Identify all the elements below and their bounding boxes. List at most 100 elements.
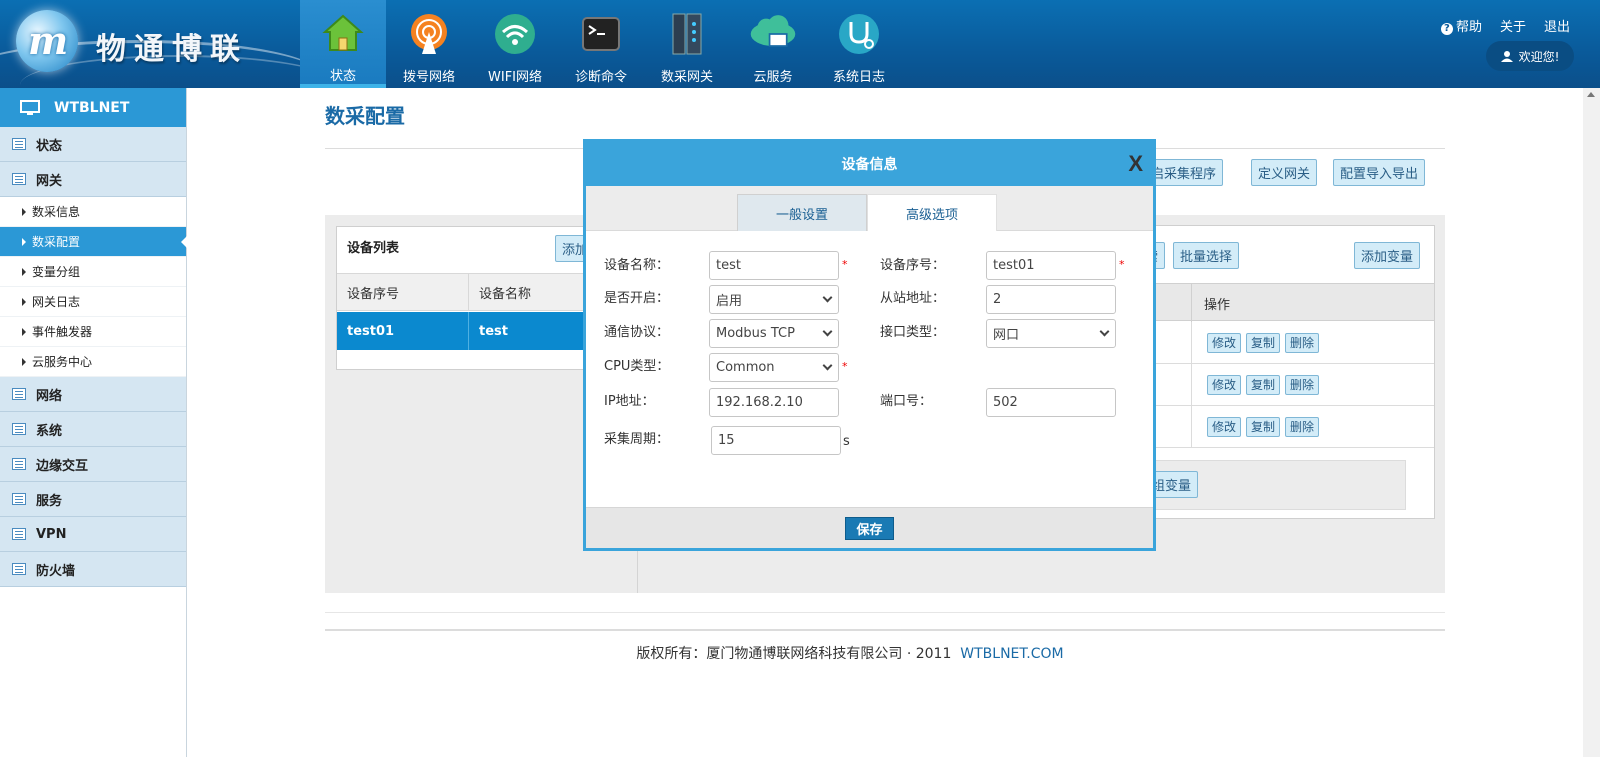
column-header-name[interactable]: 设备名称 <box>469 274 601 310</box>
top-header: m 物通博联 状态 拨号网络 WIFI网络 诊断命令 数采网关 云服务 系统日志… <box>0 0 1600 88</box>
sidebar-subitem-data-info[interactable]: 数采信息 <box>0 197 186 227</box>
nav-status[interactable]: 状态 <box>300 0 386 88</box>
sidebar-subitem-variable-group[interactable]: 变量分组 <box>0 257 186 287</box>
sidebar-item-network[interactable]: 网络 <box>0 377 186 412</box>
scroll-up-icon <box>1587 92 1595 97</box>
define-gateway-button[interactable]: 定义网关 <box>1251 159 1318 186</box>
site-link[interactable]: WTBLNET.COM <box>960 646 1063 662</box>
help-link[interactable]: ? 帮助 <box>1440 16 1482 35</box>
divider <box>325 612 1445 613</box>
edit-button[interactable]: 修改 <box>1207 332 1242 353</box>
edit-button[interactable]: 修改 <box>1207 374 1242 395</box>
welcome-text: 欢迎您! <box>1518 49 1560 64</box>
sidebar-item-edge[interactable]: 边缘交互 <box>0 447 186 482</box>
user-icon <box>1500 51 1513 62</box>
sidebar-item-firewall[interactable]: 防火墙 <box>0 552 186 587</box>
interface-label: 接口类型： <box>880 325 946 340</box>
caret-right-icon <box>22 357 26 366</box>
variable-panel: 搜索 批量选择 添加变量 操作 修改 复制 删除 修改 复制 删除 修改 复制 … <box>1130 225 1435 519</box>
caret-right-icon <box>22 207 26 216</box>
list-icon <box>12 173 26 185</box>
sidebar-subitem-data-config[interactable]: 数采配置 <box>0 227 187 257</box>
device-id-field[interactable]: test01 <box>986 251 1116 280</box>
page-title: 数采配置 <box>325 104 405 128</box>
copy-button[interactable]: 复制 <box>1246 374 1281 395</box>
close-icon[interactable]: X <box>1128 151 1143 177</box>
nav-diagnostics[interactable]: 诊断命令 <box>558 0 644 88</box>
sidebar-item-status[interactable]: 状态 <box>0 127 186 162</box>
nav-label: 拨号网络 <box>402 70 455 85</box>
tab-general[interactable]: 一般设置 <box>737 194 867 231</box>
column-header-id[interactable]: 设备序号 <box>337 274 469 310</box>
list-icon <box>12 388 26 400</box>
about-link[interactable]: 关于 <box>1500 16 1526 35</box>
list-icon <box>12 493 26 505</box>
sidebar-subitem-cloud-center[interactable]: 云服务中心 <box>0 347 186 377</box>
sidebar-item-service[interactable]: 服务 <box>0 482 186 517</box>
chevron-down-icon <box>822 326 833 337</box>
footer: 版权所有：厦门物通博联网络科技有限公司 · 2011 WTBLNET.COM <box>0 643 1600 663</box>
define-gateway-wrap: 定义网关 <box>1251 159 1318 186</box>
list-icon <box>12 563 26 575</box>
chevron-down-icon <box>822 360 833 371</box>
copy-button[interactable]: 复制 <box>1246 332 1281 353</box>
add-variable-button[interactable]: 添加变量 <box>1354 242 1421 269</box>
nav-label: WIFI网络 <box>488 70 542 85</box>
divider <box>325 629 1445 631</box>
cpu-type-label: CPU类型： <box>604 359 670 374</box>
edit-button[interactable]: 修改 <box>1207 416 1242 437</box>
nav-gateway[interactable]: 数采网关 <box>644 0 730 88</box>
logout-link[interactable]: 退出 <box>1544 16 1570 35</box>
sidebar-header: WTBLNET <box>0 88 186 127</box>
welcome-badge[interactable]: 欢迎您! <box>1486 41 1574 71</box>
nav-cloud[interactable]: 云服务 <box>730 0 816 88</box>
enabled-label: 是否开启： <box>604 291 670 306</box>
dialog-title: 设备信息 <box>841 157 898 173</box>
batch-select-button[interactable]: 批量选择 <box>1173 242 1240 269</box>
top-links: ? 帮助 关于 退出 <box>1440 16 1570 35</box>
delete-button[interactable]: 删除 <box>1285 332 1320 353</box>
interface-select[interactable]: 网口 <box>986 319 1116 348</box>
signal-tower-icon <box>405 10 453 58</box>
sidebar-item-system[interactable]: 系统 <box>0 412 186 447</box>
monitor-icon <box>20 99 40 115</box>
logo-icon: m <box>16 10 78 72</box>
save-button[interactable]: 保存 <box>845 516 894 540</box>
nav-syslog[interactable]: 系统日志 <box>816 0 902 88</box>
ip-address-field[interactable]: 192.168.2.10 <box>709 388 839 417</box>
protocol-label: 通信协议： <box>604 325 670 340</box>
sidebar-item-vpn[interactable]: VPN <box>0 517 186 552</box>
tab-advanced[interactable]: 高级选项 <box>867 194 997 231</box>
sidebar-item-gateway[interactable]: 网关 <box>0 162 186 197</box>
nav-dialup[interactable]: 拨号网络 <box>386 0 472 88</box>
period-unit: s <box>843 434 850 449</box>
required-mark: * <box>842 360 848 373</box>
slave-address-field[interactable]: 2 <box>986 285 1116 314</box>
config-import-export-button[interactable]: 配置导入导出 <box>1333 159 1426 186</box>
port-label: 端口号： <box>880 394 933 409</box>
protocol-select[interactable]: Modbus TCP <box>709 319 839 348</box>
top-button-group: 重启采集程序 <box>1138 159 1224 186</box>
brand-name: 物通博联 <box>96 32 248 67</box>
restart-collector-button[interactable]: 重启采集程序 <box>1138 159 1224 186</box>
delete-button[interactable]: 删除 <box>1285 374 1320 395</box>
nav-label: 状态 <box>329 69 356 84</box>
device-name-field[interactable]: test <box>709 251 839 280</box>
variable-footer: 分组变量 <box>1131 460 1406 510</box>
slave-address-label: 从站地址： <box>880 291 946 306</box>
copyright-text: 版权所有：厦门物通博联网络科技有限公司 · 2011 <box>636 646 952 662</box>
table-row: 修改 复制 删除 <box>1131 322 1434 364</box>
port-field[interactable]: 502 <box>986 388 1116 417</box>
nav-wifi[interactable]: WIFI网络 <box>472 0 558 88</box>
nav-label: 云服务 <box>753 70 793 85</box>
cloud-icon <box>749 10 797 58</box>
copy-button[interactable]: 复制 <box>1246 416 1281 437</box>
enabled-select[interactable]: 启用 <box>709 285 839 314</box>
row-actions: 修改 复制 删除 <box>1191 406 1320 447</box>
delete-button[interactable]: 删除 <box>1285 416 1320 437</box>
sidebar-subitem-event-trigger[interactable]: 事件触发器 <box>0 317 186 347</box>
sidebar-subitem-gateway-log[interactable]: 网关日志 <box>0 287 186 317</box>
collection-period-field[interactable]: 15 <box>711 426 841 455</box>
cpu-type-select[interactable]: Common <box>709 353 839 382</box>
list-icon <box>12 138 26 150</box>
